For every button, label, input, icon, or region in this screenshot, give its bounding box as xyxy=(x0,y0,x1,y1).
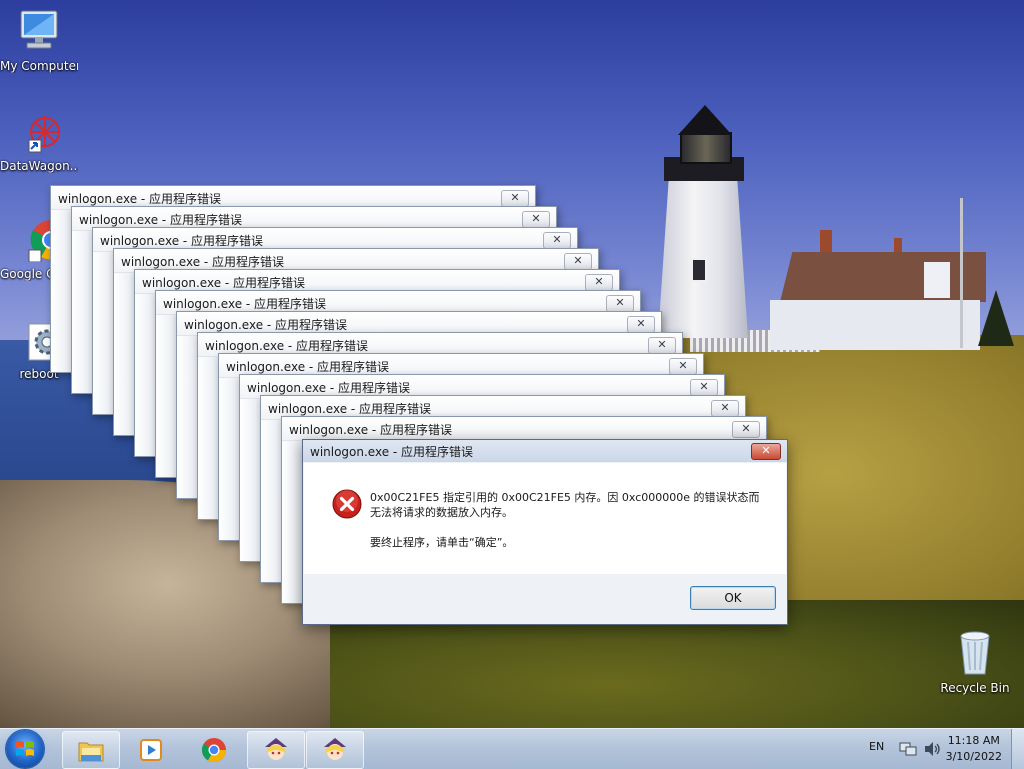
close-button[interactable]: ✕ xyxy=(543,232,571,249)
desktop-icon-label: Recycle Bin xyxy=(940,681,1010,695)
error-icon xyxy=(332,489,362,519)
window-title: winlogon.exe - 应用程序错误 xyxy=(184,318,348,332)
clock-date: 3/10/2022 xyxy=(945,750,1002,763)
error-message-line: 0x00C21FE5 指定引用的 0x00C21FE5 内存。因 0xc0000… xyxy=(370,491,760,504)
window-title: winlogon.exe - 应用程序错误 xyxy=(58,192,222,206)
desktop-icon-datawagon[interactable]: DataWagon... xyxy=(0,110,78,173)
taskbar-chrome-button[interactable] xyxy=(185,731,243,769)
window-title: winlogon.exe - 应用程序错误 xyxy=(268,402,432,416)
dialog-titlebar[interactable]: winlogon.exe - 应用程序错误 ✕ xyxy=(303,440,787,462)
terminate-instruction: 要终止程序，请单击“确定”。 xyxy=(370,536,514,549)
recycle-bin-icon xyxy=(960,631,990,675)
anime-avatar-icon xyxy=(265,738,287,760)
error-message: 0x00C21FE5 指定引用的 0x00C21FE5 内存。因 0xc0000… xyxy=(370,490,770,520)
close-button[interactable]: ✕ xyxy=(690,379,718,396)
computer-icon xyxy=(20,10,58,49)
taskbar: EN 11:18 AM 3/10/2022 xyxy=(0,728,1024,769)
window-title: winlogon.exe - 应用程序错误 xyxy=(163,297,327,311)
folder-icon xyxy=(78,742,104,762)
window-title: winlogon.exe - 应用程序错误 xyxy=(100,234,264,248)
window-titlebar[interactable]: winlogon.exe - 应用程序错误 ✕ xyxy=(282,417,766,441)
window-title: winlogon.exe - 应用程序错误 xyxy=(247,381,411,395)
close-button[interactable]: ✕ xyxy=(627,316,655,333)
window-title: winlogon.exe - 应用程序错误 xyxy=(121,255,285,269)
window-title: winlogon.exe - 应用程序错误 xyxy=(79,213,243,227)
clock[interactable]: 11:18 AM 3/10/2022 xyxy=(946,733,1002,765)
volume-icon[interactable] xyxy=(923,741,941,757)
desktop-icon-label: My Computer xyxy=(0,59,78,73)
close-button[interactable]: ✕ xyxy=(648,337,676,354)
close-button[interactable]: ✕ xyxy=(732,421,760,438)
taskbar-app-button[interactable] xyxy=(247,731,305,769)
close-button[interactable]: ✕ xyxy=(585,274,613,291)
error-message-line: 无法将请求的数据放入内存。 xyxy=(370,506,513,519)
chrome-icon xyxy=(201,738,226,763)
close-button[interactable]: ✕ xyxy=(564,253,592,270)
language-indicator[interactable]: EN xyxy=(869,740,884,753)
taskbar-app-button[interactable] xyxy=(306,731,364,769)
desktop-icon-recycle-bin[interactable]: Recycle Bin xyxy=(936,630,1014,695)
desktop-icon-my-computer[interactable]: My Computer xyxy=(0,8,78,73)
window-title: winlogon.exe - 应用程序错误 xyxy=(142,276,306,290)
taskbar-media-player-button[interactable] xyxy=(122,731,180,769)
media-player-icon xyxy=(140,739,162,761)
show-desktop-button[interactable] xyxy=(1011,729,1024,769)
ok-button[interactable]: OK xyxy=(690,586,776,610)
system-tray: EN 11:18 AM 3/10/2022 xyxy=(854,729,1024,769)
close-button[interactable]: ✕ xyxy=(606,295,634,312)
close-button[interactable]: ✕ xyxy=(522,211,550,228)
windows-start-icon xyxy=(16,741,34,756)
network-icon[interactable] xyxy=(899,741,917,757)
clock-time: 11:18 AM xyxy=(947,734,1000,747)
dialog-content: 0x00C21FE5 指定引用的 0x00C21FE5 内存。因 0xc0000… xyxy=(304,463,786,574)
close-button[interactable]: ✕ xyxy=(669,358,697,375)
close-button[interactable]: ✕ xyxy=(711,400,739,417)
anime-avatar-icon xyxy=(324,738,346,760)
datawagon-icon xyxy=(28,116,60,153)
window-title: winlogon.exe - 应用程序错误 xyxy=(205,339,369,353)
window-title: winlogon.exe - 应用程序错误 xyxy=(226,360,390,374)
error-dialog[interactable]: winlogon.exe - 应用程序错误 ✕ 0x00C21FE5 指定引用的… xyxy=(302,439,788,625)
desktop-icon-label: DataWagon... xyxy=(0,159,78,173)
dialog-title: winlogon.exe - 应用程序错误 xyxy=(310,445,474,459)
close-button[interactable]: ✕ xyxy=(751,443,781,460)
close-button[interactable]: ✕ xyxy=(501,190,529,207)
taskbar-explorer-button[interactable] xyxy=(62,731,120,769)
start-button[interactable] xyxy=(6,730,44,768)
window-title: winlogon.exe - 应用程序错误 xyxy=(289,423,453,437)
